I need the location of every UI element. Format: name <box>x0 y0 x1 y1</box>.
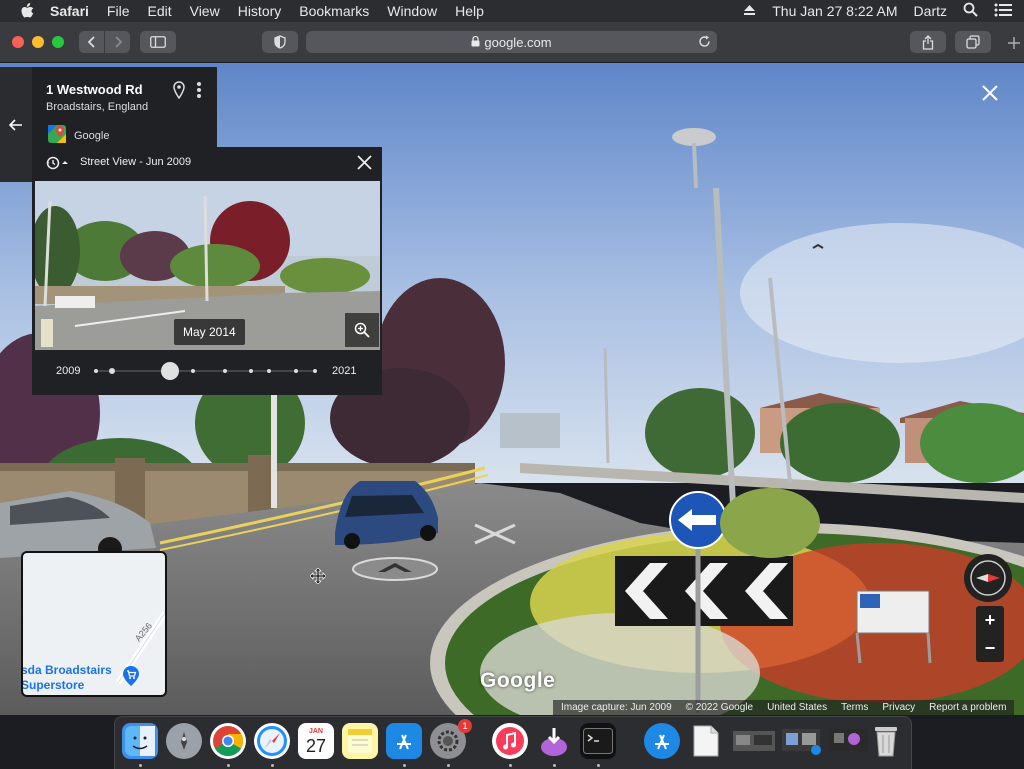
back-arrow-icon <box>9 118 22 131</box>
running-indicator <box>553 764 556 767</box>
system-preferences-icon[interactable]: 1 <box>430 719 472 759</box>
move-cursor-icon <box>309 567 327 589</box>
report-problem-link[interactable]: Report a problem <box>929 702 1006 713</box>
calendar-icon[interactable]: JAN 27 <box>298 723 334 759</box>
lock-icon <box>471 35 480 50</box>
user-name[interactable]: Dartz <box>914 3 947 19</box>
history-panel-title: Street View - Jun 2009 <box>80 156 192 168</box>
menu-history[interactable]: History <box>238 0 282 22</box>
compass-icon <box>970 560 1006 596</box>
back-to-map-button[interactable] <box>0 67 32 182</box>
menu-help[interactable]: Help <box>455 0 484 22</box>
trash-icon[interactable] <box>868 723 904 759</box>
dock: JAN 27 1 <box>114 716 912 769</box>
history-toggle-icon[interactable] <box>46 156 68 170</box>
tab-overview-button[interactable] <box>955 31 991 53</box>
minimize-window-button[interactable] <box>32 36 44 48</box>
notification-center-icon[interactable] <box>994 3 1012 20</box>
image-capture-date: Image capture: Jun 2009 <box>561 702 672 713</box>
shopping-cart-icon[interactable] <box>123 666 139 691</box>
installer-icon[interactable] <box>536 723 572 759</box>
music-icon[interactable] <box>492 723 528 759</box>
copyright-text: © 2022 Google <box>685 702 754 713</box>
compass-button[interactable] <box>964 554 1012 602</box>
document-icon[interactable] <box>688 723 724 759</box>
zoom-out-button[interactable]: − <box>976 634 1004 662</box>
timeline-slider[interactable] <box>94 361 320 381</box>
clock[interactable]: Thu Jan 27 8:22 AM <box>772 3 897 19</box>
close-window-button[interactable] <box>12 36 24 48</box>
region-link[interactable]: United States <box>767 702 827 713</box>
menu-bar: Safari File Edit View History Bookmarks … <box>0 0 1024 22</box>
more-options-icon[interactable] <box>196 81 202 104</box>
menu-window[interactable]: Window <box>387 0 437 22</box>
zoom-in-button[interactable]: + <box>976 606 1004 634</box>
preview-zoom-button[interactable] <box>345 313 379 347</box>
running-indicator <box>509 764 512 767</box>
reload-icon[interactable] <box>698 35 711 51</box>
back-button[interactable] <box>79 31 104 53</box>
close-icon[interactable] <box>357 155 372 175</box>
menu-app-name[interactable]: Safari <box>50 0 89 22</box>
terms-link[interactable]: Terms <box>841 702 868 713</box>
menu-edit[interactable]: Edit <box>147 0 171 22</box>
new-tab-button[interactable] <box>1003 32 1024 54</box>
terminal-icon[interactable] <box>580 723 616 759</box>
privacy-link[interactable]: Privacy <box>882 702 915 713</box>
attribution-bar: Image capture: Jun 2009 © 2022 Google Un… <box>553 700 1015 715</box>
street-view-history-panel: Street View - Jun 2009 May 2014 2009 202… <box>32 147 382 395</box>
eject-icon[interactable] <box>743 3 756 19</box>
running-indicator <box>447 764 450 767</box>
map-pin-icon[interactable] <box>173 81 185 104</box>
screenshot-thumbnail-2[interactable] <box>780 723 824 759</box>
share-button[interactable] <box>910 31 946 53</box>
forward-button[interactable] <box>105 31 130 53</box>
google-maps-icon <box>48 125 66 146</box>
google-maps-link[interactable]: Google <box>48 125 109 146</box>
safari-icon[interactable] <box>254 723 290 759</box>
launchpad-icon[interactable] <box>166 723 202 759</box>
place-subtitle: Broadstairs, England <box>46 101 149 113</box>
close-icon <box>982 85 998 101</box>
menu-bookmarks[interactable]: Bookmarks <box>299 0 369 22</box>
url-text: google.com <box>484 34 552 50</box>
running-indicator <box>139 764 142 767</box>
google-maps-label: Google <box>74 129 110 142</box>
zoom-controls: + − <box>976 606 1004 662</box>
running-indicator <box>597 764 600 767</box>
calendar-day: 27 <box>305 735 327 756</box>
screenshot-thumbnail-1[interactable] <box>732 723 776 759</box>
screenshot-thumbnail-3[interactable] <box>828 723 872 759</box>
chrome-icon[interactable] <box>210 723 246 759</box>
timeline-slider-handle <box>161 362 179 380</box>
finder-icon[interactable] <box>122 723 158 759</box>
history-preview-image[interactable]: May 2014 <box>35 181 380 350</box>
address-bar[interactable]: google.com <box>306 31 717 53</box>
menu-view[interactable]: View <box>190 0 220 22</box>
sidebar-toggle-button[interactable] <box>140 31 176 53</box>
app-store-icon[interactable] <box>386 723 422 759</box>
notification-badge: 1 <box>458 719 472 733</box>
running-indicator <box>403 764 406 767</box>
zoom-window-button[interactable] <box>52 36 64 48</box>
zoom-in-icon <box>354 322 370 338</box>
place-title: 1 Westwood Rd <box>46 82 143 97</box>
privacy-report-button[interactable] <box>262 31 298 53</box>
app-store-downloads-icon[interactable] <box>644 723 680 759</box>
calendar-month: JAN <box>308 727 323 735</box>
running-indicator <box>227 764 230 767</box>
running-indicator <box>271 764 274 767</box>
mini-map[interactable]: A256 sda Broadstairs Superstore <box>21 551 167 697</box>
notes-icon[interactable] <box>342 723 378 759</box>
browser-toolbar: google.com <box>0 22 1024 63</box>
street-view-viewport[interactable]: 1 Westwood Rd Broadstairs, England Googl… <box>0 63 1024 715</box>
google-logo: Google <box>480 669 556 692</box>
selected-date-tooltip: May 2014 <box>174 319 245 345</box>
apple-menu-icon[interactable] <box>20 3 36 19</box>
timeline-start-year: 2009 <box>56 365 81 377</box>
timeline-end-year: 2021 <box>332 365 357 377</box>
menu-file[interactable]: File <box>107 0 130 22</box>
spotlight-search-icon[interactable] <box>963 2 978 20</box>
close-street-view-button[interactable] <box>978 81 1002 105</box>
